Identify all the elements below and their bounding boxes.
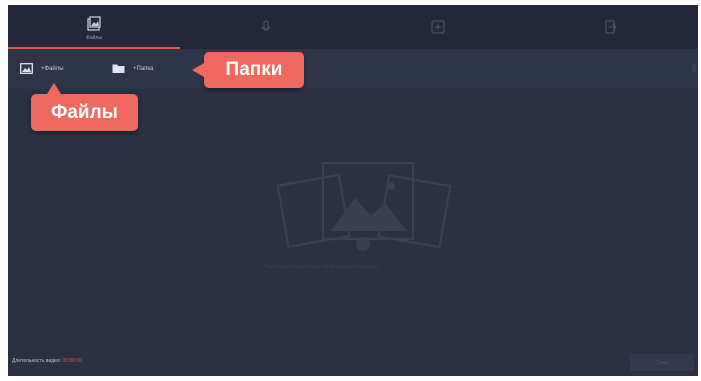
add-files-label: +Файлы bbox=[41, 65, 64, 72]
microphone-icon bbox=[261, 19, 271, 31]
tab-files[interactable]: Файлы bbox=[8, 5, 180, 49]
export-icon bbox=[605, 19, 617, 34]
tab-add[interactable] bbox=[352, 5, 524, 49]
add-folder-button[interactable]: +Папка bbox=[112, 63, 154, 74]
callout-folders: Папки bbox=[192, 52, 304, 88]
files-icon bbox=[87, 15, 101, 31]
tab-audio[interactable] bbox=[180, 5, 352, 49]
tab-export[interactable] bbox=[524, 5, 696, 49]
convert-button[interactable]: Старт bbox=[630, 354, 694, 371]
bottom-bar: Длительность видео: 00:00:00 Старт bbox=[8, 348, 698, 376]
image-icon bbox=[20, 63, 33, 74]
app-window: Файлы +Файлы +Папка Перетащите файлы или… bbox=[8, 5, 698, 376]
file-toolbar: +Файлы +Папка bbox=[8, 49, 698, 89]
scrollbar-handle[interactable] bbox=[692, 63, 696, 73]
duration-info: Длительность видео: 00:00:00 bbox=[12, 358, 82, 364]
add-icon bbox=[431, 19, 445, 34]
duration-value: 00:00:00 bbox=[62, 358, 82, 364]
add-files-button[interactable]: +Файлы bbox=[20, 63, 64, 74]
callout-files: Файлы bbox=[31, 83, 138, 131]
add-folder-label: +Папка bbox=[133, 65, 154, 72]
tab-files-label: Файлы bbox=[86, 34, 102, 41]
top-tab-bar: Файлы bbox=[8, 5, 698, 49]
duration-label: Длительность видео: bbox=[12, 358, 62, 364]
folder-icon bbox=[112, 64, 125, 73]
empty-state-illustration-icon bbox=[276, 161, 452, 251]
drop-hint: Перетащите файлы или папки сюда или нажм… bbox=[264, 264, 380, 270]
